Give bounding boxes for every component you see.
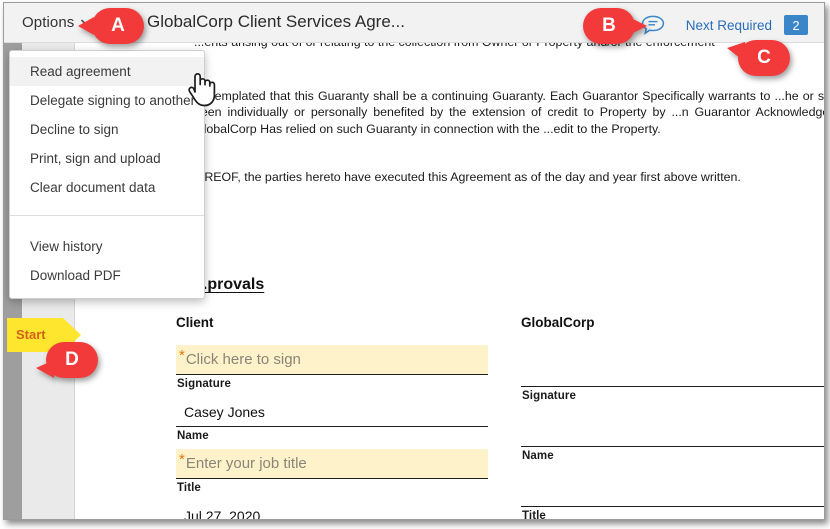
company-signature-block: Signature <box>521 345 824 402</box>
menu-item-view-history[interactable]: View history <box>10 232 204 261</box>
date-value-row: Jul 27, 2020 <box>176 501 488 520</box>
callout-a-label: A <box>111 15 125 36</box>
company-title-line <box>521 469 824 507</box>
callout-c-label: C <box>757 47 771 68</box>
title-field-label: Title <box>177 482 201 494</box>
signature-field-label: Signature <box>177 378 231 390</box>
callout-b-tail <box>629 17 647 35</box>
company-title-label: Title <box>522 510 546 520</box>
date-value: Jul 27, 2020 <box>184 507 261 520</box>
name-value-row: Casey Jones <box>176 397 488 427</box>
company-name-label: Name <box>522 450 554 462</box>
signature-input-field[interactable]: * Click here to sign <box>176 345 488 375</box>
menu-item-delegate-signing[interactable]: Delegate signing to another <box>10 86 204 115</box>
menu-item-print-sign-upload[interactable]: Print, sign and upload <box>10 144 204 173</box>
hand-pointer-cursor <box>186 69 216 107</box>
menu-separator <box>10 215 204 216</box>
company-name-line <box>521 409 824 447</box>
start-flag-label: Start <box>16 327 46 342</box>
document-paragraph-1: ...ntemplated that this Guaranty shall b… <box>194 89 824 136</box>
callout-b-label: B <box>602 15 616 36</box>
signature-column-globalcorp: GlobalCorp Signature Name Title <box>521 315 824 520</box>
menu-item-decline-to-sign[interactable]: Decline to sign <box>10 115 204 144</box>
company-signature-line <box>521 345 824 387</box>
client-column-title: Client <box>176 315 214 330</box>
company-signature-label: Signature <box>522 390 576 402</box>
menu-item-download-pdf[interactable]: Download PDF <box>10 261 204 290</box>
required-asterisk-icon: * <box>179 347 185 364</box>
callout-marker-b: B <box>583 8 647 44</box>
callout-d-label: D <box>65 349 79 370</box>
job-title-field-placeholder: Enter your job title <box>185 455 307 472</box>
company-column-title: GlobalCorp <box>521 315 595 330</box>
client-name-block: Casey Jones Name <box>176 397 488 442</box>
options-dropdown-menu[interactable]: Read agreement Delegate signing to anoth… <box>9 50 205 299</box>
window-frame: Options GlobalCorp Client Services Agre.… <box>3 2 825 520</box>
options-button-label: Options <box>22 14 75 31</box>
document-paragraph-2: ...REOF, the parties hereto have execute… <box>194 170 741 184</box>
callout-marker-c: C <box>727 40 790 76</box>
company-name-block: Name <box>521 409 824 462</box>
client-date-block: Jul 27, 2020 Date <box>176 501 488 520</box>
callout-marker-a: A <box>78 8 144 44</box>
job-title-input-field[interactable]: * Enter your job title <box>176 449 488 479</box>
client-signature-block: * Click here to sign Signature <box>176 345 488 390</box>
menu-item-read-agreement[interactable]: Read agreement <box>10 57 204 86</box>
signature-field-placeholder: Click here to sign <box>185 351 301 368</box>
company-title-block: Title <box>521 469 824 520</box>
menu-item-clear-document-data[interactable]: Clear document data <box>10 173 204 202</box>
application-window: Options GlobalCorp Client Services Agre.… <box>0 0 830 529</box>
signature-column-client: Client * Click here to sign Signature Ca… <box>176 315 488 520</box>
document-title: GlobalCorp Client Services Agre... <box>147 12 405 31</box>
next-required-link[interactable]: Next Required <box>686 18 772 33</box>
callout-marker-d: D <box>36 342 98 378</box>
next-required-count-badge: 2 <box>784 15 808 35</box>
client-title-block: * Enter your job title Title <box>176 449 488 494</box>
required-asterisk-icon: * <box>179 451 185 468</box>
name-value: Casey Jones <box>184 403 265 420</box>
name-field-label: Name <box>177 430 209 442</box>
